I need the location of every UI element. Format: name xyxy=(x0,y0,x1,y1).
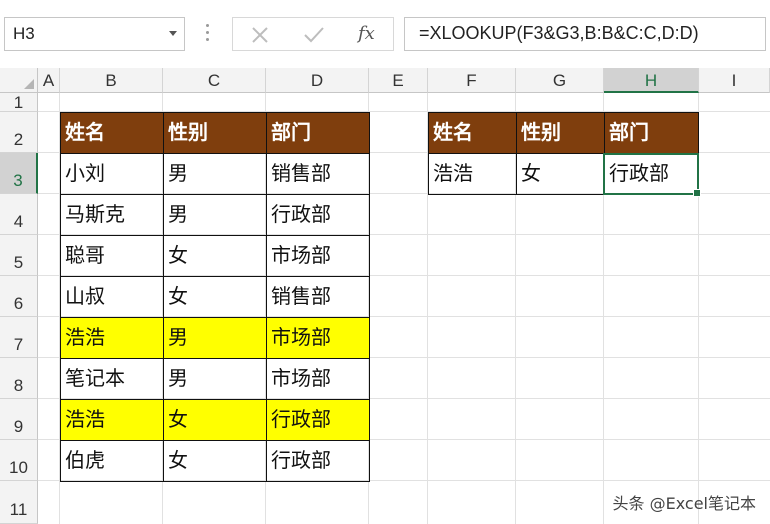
fill-handle[interactable] xyxy=(693,189,701,197)
fx-label: fx xyxy=(358,23,375,44)
watermark: 头条 @Excel笔记本 xyxy=(612,494,756,513)
source-table-cell[interactable]: 销售部 xyxy=(266,276,369,317)
more-options-icon[interactable] xyxy=(206,24,209,42)
column-header-f[interactable]: F xyxy=(428,68,516,93)
source-table-cell[interactable]: 笔记本 xyxy=(60,358,163,399)
source-table-cell[interactable]: 女 xyxy=(163,399,266,440)
lookup-header-cell[interactable]: 姓名 xyxy=(428,112,516,153)
source-table-cell[interactable]: 销售部 xyxy=(266,153,369,194)
name-box-value: H3 xyxy=(13,24,35,43)
row-header-3[interactable]: 3 xyxy=(0,153,38,194)
lookup-header-cell[interactable]: 性别 xyxy=(516,112,604,153)
source-table-cell[interactable]: 行政部 xyxy=(266,440,369,481)
row-header-10[interactable]: 10 xyxy=(0,440,38,481)
formula-bar: H3 fx =XLOOKUP(F3&G3,B:B&C:C,D:D) xyxy=(0,0,770,68)
row-header-9[interactable]: 9 xyxy=(0,399,38,440)
select-all-corner[interactable] xyxy=(0,68,38,93)
spreadsheet-window: H3 fx =XLOOKUP(F3&G3,B:B&C:C,D:D) ABCDEF… xyxy=(0,0,770,524)
row-header-8[interactable]: 8 xyxy=(0,358,38,399)
row-header-5[interactable]: 5 xyxy=(0,235,38,276)
formula-input[interactable]: =XLOOKUP(F3&G3,B:B&C:C,D:D) xyxy=(404,17,766,51)
source-header-cell[interactable]: 性别 xyxy=(163,112,266,153)
formula-buttons: fx xyxy=(232,17,394,51)
column-header-i[interactable]: I xyxy=(699,68,770,93)
row-header-2[interactable]: 2 xyxy=(0,112,38,153)
selected-cell-outline xyxy=(603,153,699,195)
row-header-11[interactable]: 11 xyxy=(0,481,38,524)
source-table-cell[interactable]: 马斯克 xyxy=(60,194,163,235)
formula-text: =XLOOKUP(F3&G3,B:B&C:C,D:D) xyxy=(419,23,699,43)
lookup-criteria-cell[interactable]: 女 xyxy=(516,153,604,194)
insert-function-icon[interactable]: fx xyxy=(355,22,381,48)
row-header-7[interactable]: 7 xyxy=(0,317,38,358)
source-table-cell[interactable]: 男 xyxy=(163,153,266,194)
source-table-cell[interactable]: 市场部 xyxy=(266,358,369,399)
column-header-g[interactable]: G xyxy=(516,68,604,93)
column-header-e[interactable]: E xyxy=(369,68,428,93)
source-table-cell[interactable]: 浩浩 xyxy=(60,317,163,358)
source-table-cell[interactable]: 男 xyxy=(163,358,266,399)
column-header-d[interactable]: D xyxy=(266,68,369,93)
column-header-h[interactable]: H xyxy=(604,68,699,93)
chevron-down-icon[interactable] xyxy=(169,31,177,36)
close-icon[interactable] xyxy=(247,22,273,48)
row-header-1[interactable]: 1 xyxy=(0,93,38,112)
name-box[interactable]: H3 xyxy=(4,17,185,51)
source-table-cell[interactable]: 女 xyxy=(163,440,266,481)
lookup-header-cell[interactable]: 部门 xyxy=(604,112,699,153)
source-table-cell[interactable]: 女 xyxy=(163,235,266,276)
source-table-cell[interactable]: 男 xyxy=(163,194,266,235)
row-header-6[interactable]: 6 xyxy=(0,276,38,317)
source-table-cell[interactable]: 女 xyxy=(163,276,266,317)
source-table-cell[interactable]: 行政部 xyxy=(266,399,369,440)
source-header-cell[interactable]: 部门 xyxy=(266,112,369,153)
lookup-criteria-cell[interactable]: 浩浩 xyxy=(428,153,516,194)
source-table-cell[interactable]: 伯虎 xyxy=(60,440,163,481)
source-table-cell[interactable]: 山叔 xyxy=(60,276,163,317)
source-table-cell[interactable]: 市场部 xyxy=(266,235,369,276)
source-table-cell[interactable]: 小刘 xyxy=(60,153,163,194)
column-header-a[interactable]: A xyxy=(38,68,60,93)
source-header-cell[interactable]: 姓名 xyxy=(60,112,163,153)
check-icon[interactable] xyxy=(301,22,327,48)
row-header-4[interactable]: 4 xyxy=(0,194,38,235)
column-header-b[interactable]: B xyxy=(60,68,163,93)
source-table-cell[interactable]: 市场部 xyxy=(266,317,369,358)
source-table-cell[interactable]: 聪哥 xyxy=(60,235,163,276)
source-table-cell[interactable]: 男 xyxy=(163,317,266,358)
column-header-c[interactable]: C xyxy=(163,68,266,93)
source-table-cell[interactable]: 浩浩 xyxy=(60,399,163,440)
source-table-cell[interactable]: 行政部 xyxy=(266,194,369,235)
